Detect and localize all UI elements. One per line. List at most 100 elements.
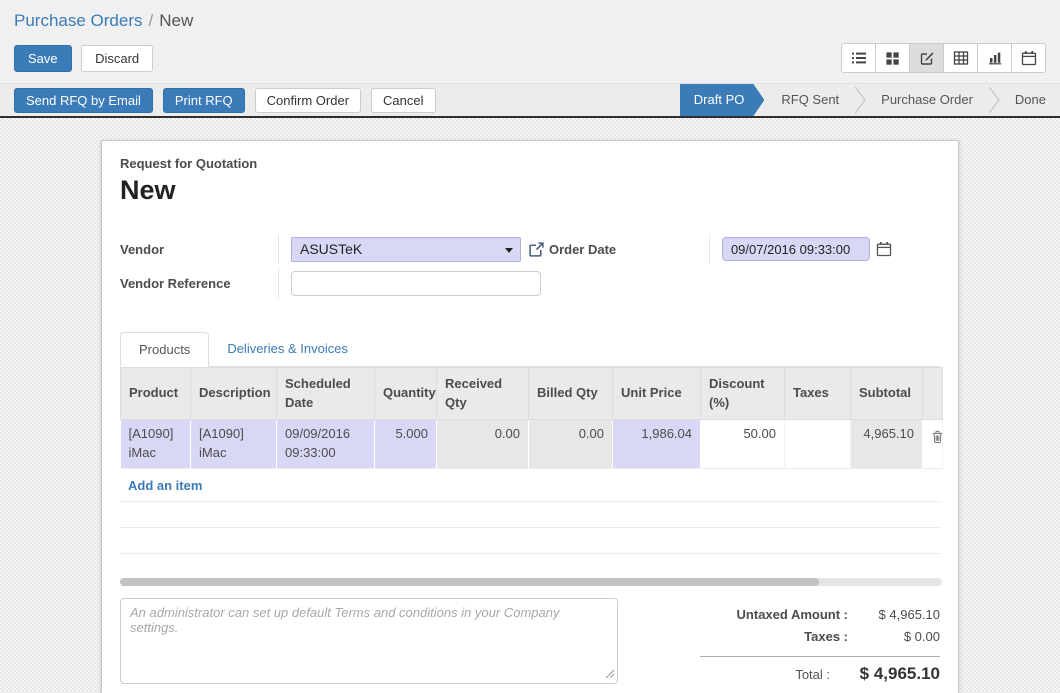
vendor-reference-field	[278, 268, 541, 298]
vendor-label: Vendor	[120, 242, 278, 257]
untaxed-amount-row: Untaxed Amount : $ 4,965.10	[700, 604, 940, 626]
confirm-order-button[interactable]: Confirm Order	[255, 88, 361, 113]
untaxed-amount-value: $ 4,965.10	[848, 604, 940, 626]
status-step-rfq-sent[interactable]: RFQ Sent	[767, 84, 853, 116]
form-subtitle: Request for Quotation	[120, 156, 940, 171]
form-footer: Untaxed Amount : $ 4,965.10 Taxes : $ 0.…	[120, 598, 940, 689]
table-horizontal-scrollbar	[120, 578, 942, 586]
statusbar-buttons: Send RFQ by Email Print RFQ Confirm Orde…	[14, 84, 436, 116]
col-unit-price: Unit Price	[613, 368, 701, 420]
vendor-select-value: ASUSTeK	[300, 241, 362, 257]
page-title: New	[120, 175, 940, 206]
col-received-qty: ReceivedQty	[437, 368, 529, 420]
taxes-row: Taxes : $ 0.00	[700, 626, 940, 648]
statusbar: Send RFQ by Email Print RFQ Confirm Orde…	[0, 83, 1060, 118]
cell-discount[interactable]: 50.00	[701, 420, 785, 469]
chevron-right-icon	[853, 84, 867, 116]
col-description: Description	[191, 368, 277, 420]
cell-unit-price[interactable]: 1,986.04	[613, 420, 701, 469]
col-scheduled-date: ScheduledDate	[277, 368, 375, 420]
cell-taxes[interactable]	[785, 420, 851, 469]
chevron-right-icon	[987, 84, 1001, 116]
vendor-reference-row: Vendor Reference	[120, 266, 549, 300]
empty-line	[120, 502, 942, 528]
cell-subtotal: 4,965.10	[851, 420, 923, 469]
status-pipeline: Draft PO RFQ Sent Purchase Order Done	[680, 84, 1060, 116]
send-rfq-by-email-button[interactable]: Send RFQ by Email	[14, 88, 153, 113]
discard-button[interactable]: Discard	[81, 45, 153, 72]
breadcrumb-separator: /	[143, 11, 160, 30]
col-taxes: Taxes	[785, 368, 851, 420]
pivot-icon	[953, 50, 969, 66]
total-row: Total : $ 4,965.10	[700, 663, 940, 686]
calendar-view-button[interactable]	[1011, 43, 1046, 73]
vendor-reference-input[interactable]	[291, 271, 541, 296]
col-quantity: Quantity	[375, 368, 437, 420]
save-button[interactable]: Save	[14, 45, 72, 72]
order-date-field	[709, 234, 892, 264]
external-link-icon	[528, 241, 545, 258]
delete-line-button[interactable]	[923, 420, 943, 469]
cell-scheduled-date[interactable]: 09/09/2016 09:33:00	[277, 420, 375, 469]
status-step-purchase-order[interactable]: Purchase Order	[867, 84, 987, 116]
tab-deliveries-invoices[interactable]: Deliveries & Invoices	[209, 332, 366, 366]
form-view-button[interactable]	[909, 43, 944, 73]
terms-and-conditions-textarea[interactable]	[120, 598, 618, 684]
print-rfq-button[interactable]: Print RFQ	[163, 88, 245, 113]
cancel-button[interactable]: Cancel	[371, 88, 435, 113]
add-an-item-link[interactable]: Add an item	[120, 469, 942, 502]
list-view-button[interactable]	[841, 43, 876, 73]
order-date-calendar-button[interactable]	[876, 241, 892, 257]
graph-icon	[987, 50, 1003, 66]
scrollbar-thumb[interactable]	[120, 578, 819, 586]
odoo-form-view: Purchase Orders/New Save Discard	[0, 0, 1060, 693]
vendor-external-link-button[interactable]	[528, 241, 545, 258]
pivot-view-button[interactable]	[943, 43, 978, 73]
graph-view-button[interactable]	[977, 43, 1012, 73]
cell-billed-qty: 0.00	[529, 420, 613, 469]
form-background: Request for Quotation New Vendor ASUSTeK	[0, 118, 1060, 693]
table-header-row: Product Description ScheduledDate Quanti…	[121, 368, 943, 420]
kanban-icon	[885, 51, 900, 66]
untaxed-amount-label: Untaxed Amount :	[737, 604, 848, 626]
taxes-label: Taxes :	[804, 626, 848, 648]
group-left: Vendor ASUSTeK	[120, 232, 549, 300]
col-billed-qty: Billed Qty	[529, 368, 613, 420]
breadcrumb-purchase-orders-link[interactable]: Purchase Orders	[14, 11, 143, 30]
total-value: $ 4,965.10	[830, 663, 940, 685]
group-right: Order Date	[549, 232, 940, 300]
taxes-value: $ 0.00	[848, 626, 940, 648]
col-discount: Discount(%)	[701, 368, 785, 420]
col-product: Product	[121, 368, 191, 420]
cell-quantity[interactable]: 5.000	[375, 420, 437, 469]
field-groups: Vendor ASUSTeK	[120, 232, 940, 300]
col-subtotal: Subtotal	[851, 368, 923, 420]
tab-products[interactable]: Products	[120, 332, 209, 367]
chevron-down-icon	[505, 248, 513, 253]
order-date-row: Order Date	[549, 232, 940, 266]
view-switcher	[841, 43, 1046, 73]
total-label: Total :	[795, 664, 830, 686]
empty-line	[120, 528, 942, 554]
breadcrumb: Purchase Orders/New	[14, 11, 1044, 31]
vendor-row: Vendor ASUSTeK	[120, 232, 549, 266]
kanban-view-button[interactable]	[875, 43, 910, 73]
calendar-icon	[876, 241, 892, 257]
cell-product[interactable]: [A1090] iMac	[121, 420, 191, 469]
list-icon	[851, 50, 867, 66]
status-step-done[interactable]: Done	[1001, 84, 1060, 116]
vendor-select[interactable]: ASUSTeK	[291, 237, 521, 262]
cell-received-qty: 0.00	[437, 420, 529, 469]
order-date-input[interactable]	[722, 237, 870, 261]
form-sheet: Request for Quotation New Vendor ASUSTeK	[101, 140, 959, 693]
action-row: Save Discard	[0, 37, 1060, 83]
notebook-tabs: Products Deliveries & Invoices	[120, 332, 940, 367]
vendor-field: ASUSTeK	[278, 234, 545, 264]
notes-wrap	[120, 598, 618, 689]
totals-block: Untaxed Amount : $ 4,965.10 Taxes : $ 0.…	[700, 598, 940, 689]
status-step-draft-po[interactable]: Draft PO	[680, 84, 765, 116]
form-icon	[919, 50, 935, 66]
cell-description[interactable]: [A1090] iMac	[191, 420, 277, 469]
order-lines-table: Product Description ScheduledDate Quanti…	[120, 367, 943, 469]
totals-divider	[700, 656, 940, 657]
